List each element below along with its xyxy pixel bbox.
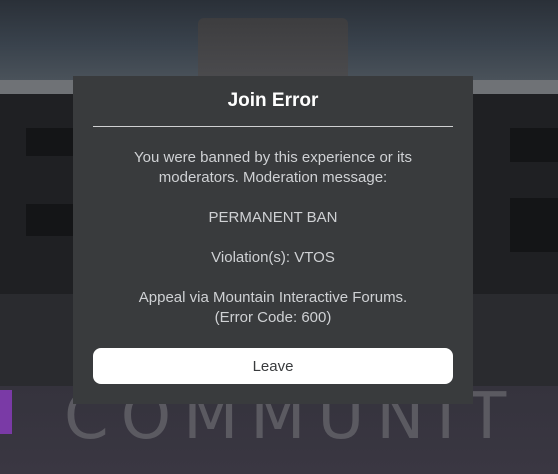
dialog-title: Join Error — [227, 90, 319, 111]
violation-text: Violation(s): VTOS — [211, 249, 335, 266]
background-accent-mark — [0, 390, 12, 434]
leave-button[interactable]: Leave — [93, 348, 453, 384]
ban-notice-text: You were banned by this experience or it… — [134, 149, 412, 186]
background-block — [510, 198, 558, 252]
appeal-and-error-code-text: Appeal via Mountain Interactive Forums. … — [138, 289, 408, 326]
join-error-dialog: Join Error You were banned by this exper… — [73, 76, 473, 404]
background-block — [510, 128, 558, 162]
dialog-divider — [93, 126, 453, 127]
dialog-message: You were banned by this experience or it… — [93, 148, 453, 328]
moderation-message-text: PERMANENT BAN — [208, 209, 338, 226]
